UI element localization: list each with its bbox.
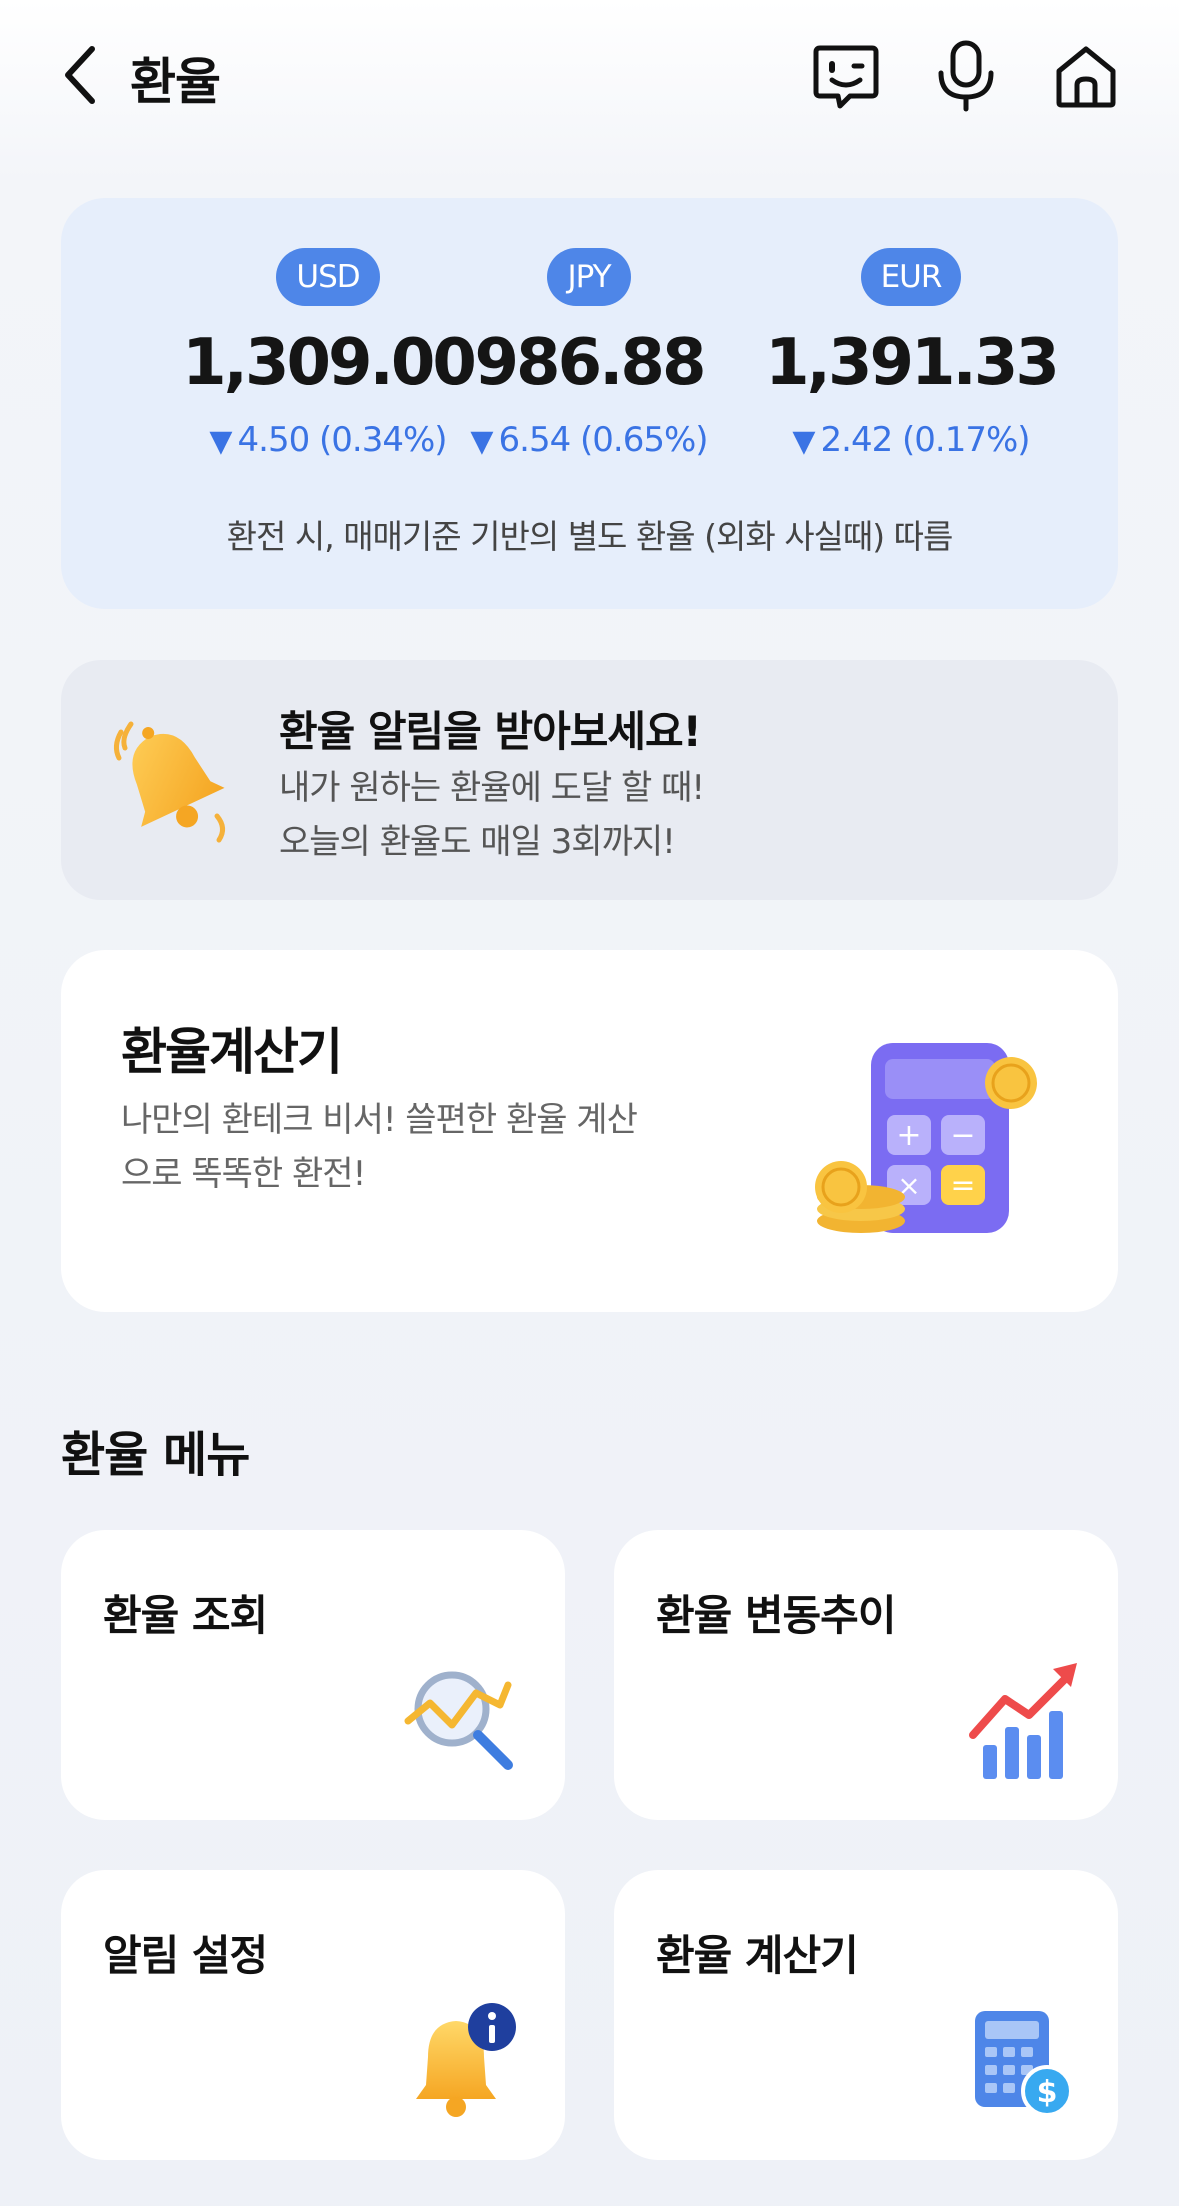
page-title: 환율 (130, 53, 221, 111)
exchange-rate-summary-card[interactable]: USD 1,309.00 ▼ 4.50 (0.34%) JPY 986.88 ▼ 6… (61, 198, 1118, 609)
down-triangle-icon: ▼ (792, 424, 815, 459)
chat-bot-icon (813, 45, 879, 109)
calculator-dollar-icon: $ (975, 2011, 1073, 2117)
menu-label: 환율 조회 (103, 1591, 268, 1640)
voice-button[interactable] (928, 38, 1004, 114)
home-button[interactable] (1048, 38, 1124, 114)
calculator-desc-2: 으로 똑똑한 환전! (121, 1154, 366, 1194)
rate-jpy[interactable]: JPY 986.88 ▼ 6.54 (0.65%) (439, 248, 739, 460)
chatbot-button[interactable] (808, 38, 884, 114)
rate-eur[interactable]: EUR 1,391.33 ▼ 2.42 (0.17%) (761, 248, 1061, 460)
back-button[interactable] (52, 40, 108, 110)
calculator-desc-1: 나만의 환테크 비서! 쓸편한 환율 계산 (121, 1100, 638, 1140)
menu-rate-trend[interactable]: 환율 변동추이 (614, 1530, 1118, 1820)
menu-section-title: 환율 메뉴 (61, 1427, 250, 1483)
rate-change: ▼ 4.50 (0.34%) (209, 420, 447, 460)
menu-rate-calculator[interactable]: 환율 계산기 $ (614, 1870, 1118, 2160)
trend-chart-icon (969, 1663, 1077, 1779)
svg-text:$: $ (1037, 2075, 1058, 2110)
alert-line-1: 내가 원하는 환율에 도달 할 때! (279, 768, 705, 808)
bell-icon (113, 721, 225, 843)
alert-line-2: 오늘의 환율도 매일 3회까지! (279, 822, 676, 862)
bell-info-icon (416, 2003, 516, 2117)
rate-change: ▼ 2.42 (0.17%) (792, 420, 1030, 460)
alert-title: 환율 알림을 받아보세요! (279, 707, 702, 756)
menu-alert-settings[interactable]: 알림 설정 (61, 1870, 565, 2160)
rate-change: ▼ 6.54 (0.65%) (470, 420, 708, 460)
menu-label: 환율 계산기 (656, 1931, 859, 1980)
down-triangle-icon: ▼ (209, 424, 232, 459)
rate-value: 1,309.00 (182, 326, 477, 400)
chevron-left-icon (65, 46, 95, 104)
rate-value: 986.88 (474, 326, 707, 400)
currency-badge: EUR (860, 248, 962, 306)
svg-text:+: + (896, 1118, 921, 1153)
down-triangle-icon: ▼ (470, 424, 493, 459)
rate-alert-banner[interactable]: 환율 알림을 받아보세요! 내가 원하는 환율에 도달 할 때! 오늘의 환율도… (61, 660, 1118, 900)
svg-text:=: = (950, 1168, 975, 1203)
menu-label: 알림 설정 (103, 1931, 268, 1980)
svg-text:−: − (950, 1118, 975, 1153)
rate-value: 1,391.33 (765, 326, 1060, 400)
calculator-title: 환율계산기 (121, 1023, 343, 1081)
rate-usd[interactable]: USD 1,309.00 ▼ 4.50 (0.34%) (178, 248, 478, 460)
microphone-icon (938, 40, 994, 112)
home-icon (1056, 46, 1116, 108)
magnifier-chart-icon (404, 1671, 513, 1770)
currency-badge: USD (276, 248, 380, 306)
rate-note: 환전 시, 매매기준 기반의 별도 환율 (외화 사실때) 따름 (226, 517, 954, 556)
menu-label: 환율 변동추이 (656, 1591, 896, 1640)
top-bar: 환율 (0, 0, 1179, 150)
menu-rate-lookup[interactable]: 환율 조회 (61, 1530, 565, 1820)
calculator-coins-icon: + − × = (815, 1043, 1037, 1233)
currency-badge: JPY (547, 248, 631, 306)
rate-calculator-card[interactable]: 환율계산기 나만의 환테크 비서! 쓸편한 환율 계산 으로 똑똑한 환전! +… (61, 950, 1118, 1312)
